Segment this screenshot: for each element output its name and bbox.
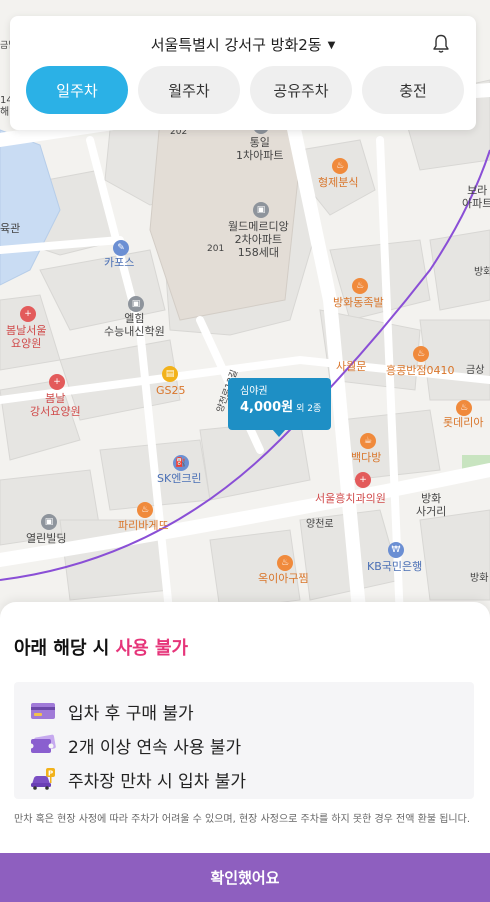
map-label-edge-bo: 보라 아파트 xyxy=(462,184,490,210)
sheet-title: 아래 해당 시 사용 불가 xyxy=(14,634,188,660)
map-label-yangcheon: 양천로 xyxy=(306,519,334,530)
parking-price-value: 4,000원 xyxy=(240,400,294,415)
top-filter-card: 서울특별시 강서구 방화2동 ▼ 일주차 월주차 공유주차 충전 xyxy=(10,16,476,130)
map-label-paris: 파리바게뜨 xyxy=(118,519,169,532)
parking-price-extra: 외 2종 xyxy=(296,404,322,414)
restaurant-icon: ♨ xyxy=(277,555,293,571)
map-label-edge-gwan: 육관 xyxy=(0,222,21,235)
building-icon: ▣ xyxy=(253,202,269,218)
convenience-store-icon: ▤ xyxy=(162,366,178,382)
school-icon: ▣ xyxy=(128,296,144,312)
restriction-item: P 주차장 만차 시 입차 불가 xyxy=(30,762,474,796)
caret-down-icon: ▼ xyxy=(327,40,336,51)
tab-daily-parking[interactable]: 일주차 xyxy=(26,66,128,114)
restriction-bottom-sheet: 아래 해당 시 사용 불가 입차 후 구매 불가 2개 이상 연속 사용 불가 … xyxy=(0,602,490,902)
map-label-baekda: 백다방 xyxy=(351,451,382,464)
location-text: 서울특별시 강서구 방화2동 xyxy=(150,36,322,54)
map-label-yeolin: 열린빌딩 xyxy=(26,532,67,545)
building-icon: ▣ xyxy=(41,514,57,530)
map-label-gs25: GS25 xyxy=(156,384,186,397)
map-label-hyungje: 형제분식 xyxy=(318,176,359,189)
map-label-dental: 서울흥치과의원 xyxy=(315,492,386,505)
sheet-title-accent: 사용 불가 xyxy=(115,638,189,659)
tab-monthly-parking[interactable]: 월주차 xyxy=(138,66,240,114)
restaurant-icon: ♨ xyxy=(413,346,429,362)
map-label-tongil: 통일 1차아파트 xyxy=(236,136,284,162)
restaurant-icon: ♨ xyxy=(332,158,348,174)
confirm-button[interactable]: 확인했어요 xyxy=(0,853,490,902)
map-label-elhim: 엘힘 수능내신학원 xyxy=(104,312,165,338)
map-label-world: 월드메르디앙 2차아파트 158세대 xyxy=(228,220,289,259)
restriction-item: 2개 이상 연속 사용 불가 xyxy=(30,728,474,762)
restaurant-icon: ♨ xyxy=(456,400,472,416)
map-label-bangwha-cross: 방화 사거리 xyxy=(416,492,447,518)
ticket-icon xyxy=(30,734,56,753)
map-label-bangwha-jok: 방화동족발 xyxy=(333,296,384,309)
map-label-heunghong: 흥콩반점0410 xyxy=(386,364,455,377)
restriction-text: 2개 이상 연속 사용 불가 xyxy=(68,737,242,758)
restriction-text: 입차 후 구매 불가 xyxy=(68,703,194,724)
map-label-edge-bang: 방화 xyxy=(474,267,490,278)
map-label-okiya: 옥이아구찜 xyxy=(258,572,309,585)
hospital-icon: + xyxy=(20,306,36,322)
restriction-item: 입차 후 구매 불가 xyxy=(30,694,474,728)
svg-text:P: P xyxy=(48,770,53,778)
map-label-lotteria: 롯데리아 xyxy=(443,416,484,429)
map-label-sk: SK엔크린 xyxy=(157,472,202,485)
cafe-icon: ☕ xyxy=(360,433,376,449)
parking-ticket-name: 심야권 xyxy=(240,386,268,397)
restriction-text: 주차장 만차 시 입차 불가 xyxy=(68,771,247,792)
gas-station-icon: ⛽ xyxy=(173,455,189,471)
hospital-icon: + xyxy=(355,472,371,488)
map-label-saweol: 사월문 xyxy=(336,360,367,373)
car-parking-icon: P xyxy=(31,768,55,790)
location-selector[interactable]: 서울특별시 강서구 방화2동 ▼ xyxy=(10,34,476,55)
map-label-edge-bang2: 방화 xyxy=(470,573,489,584)
sheet-title-prefix: 아래 해당 시 xyxy=(14,638,116,659)
hospital-icon: + xyxy=(49,374,65,390)
map-label-bomnal2: 봄날 강서요양원 xyxy=(30,392,81,418)
map-label-edge-geum2: 금상 xyxy=(466,365,485,376)
map-label-num201: 201 xyxy=(207,244,225,254)
bakery-icon: ♨ xyxy=(137,502,153,518)
parking-price: 4,000원 외 2종 xyxy=(240,398,331,419)
restriction-list: 입차 후 구매 불가 2개 이상 연속 사용 불가 P 주차장 만차 시 입차 … xyxy=(14,682,474,799)
bank-icon: ₩ xyxy=(388,542,404,558)
restaurant-icon: ♨ xyxy=(352,278,368,294)
bell-icon[interactable] xyxy=(432,34,450,54)
repair-icon: ✎ xyxy=(113,240,129,256)
parking-price-marker[interactable]: 심야권 4,000원 외 2종 xyxy=(228,378,331,437)
parking-type-tabs: 일주차 월주차 공유주차 충전 xyxy=(26,66,464,114)
fine-print: 만차 혹은 현장 사정에 따라 주차가 어려울 수 있으며, 현장 사정으로 주… xyxy=(14,814,470,825)
map-label-edge-hae: 해 xyxy=(0,107,10,118)
map-label-kapos: 카포스 xyxy=(104,256,135,269)
tab-charging[interactable]: 충전 xyxy=(362,66,464,114)
tab-shared-parking[interactable]: 공유주차 xyxy=(250,66,352,114)
map-label-kb: KB국민은행 xyxy=(367,560,423,573)
card-icon xyxy=(31,703,55,719)
map-label-bomnal1: 봄날서울 요양원 xyxy=(6,324,47,350)
